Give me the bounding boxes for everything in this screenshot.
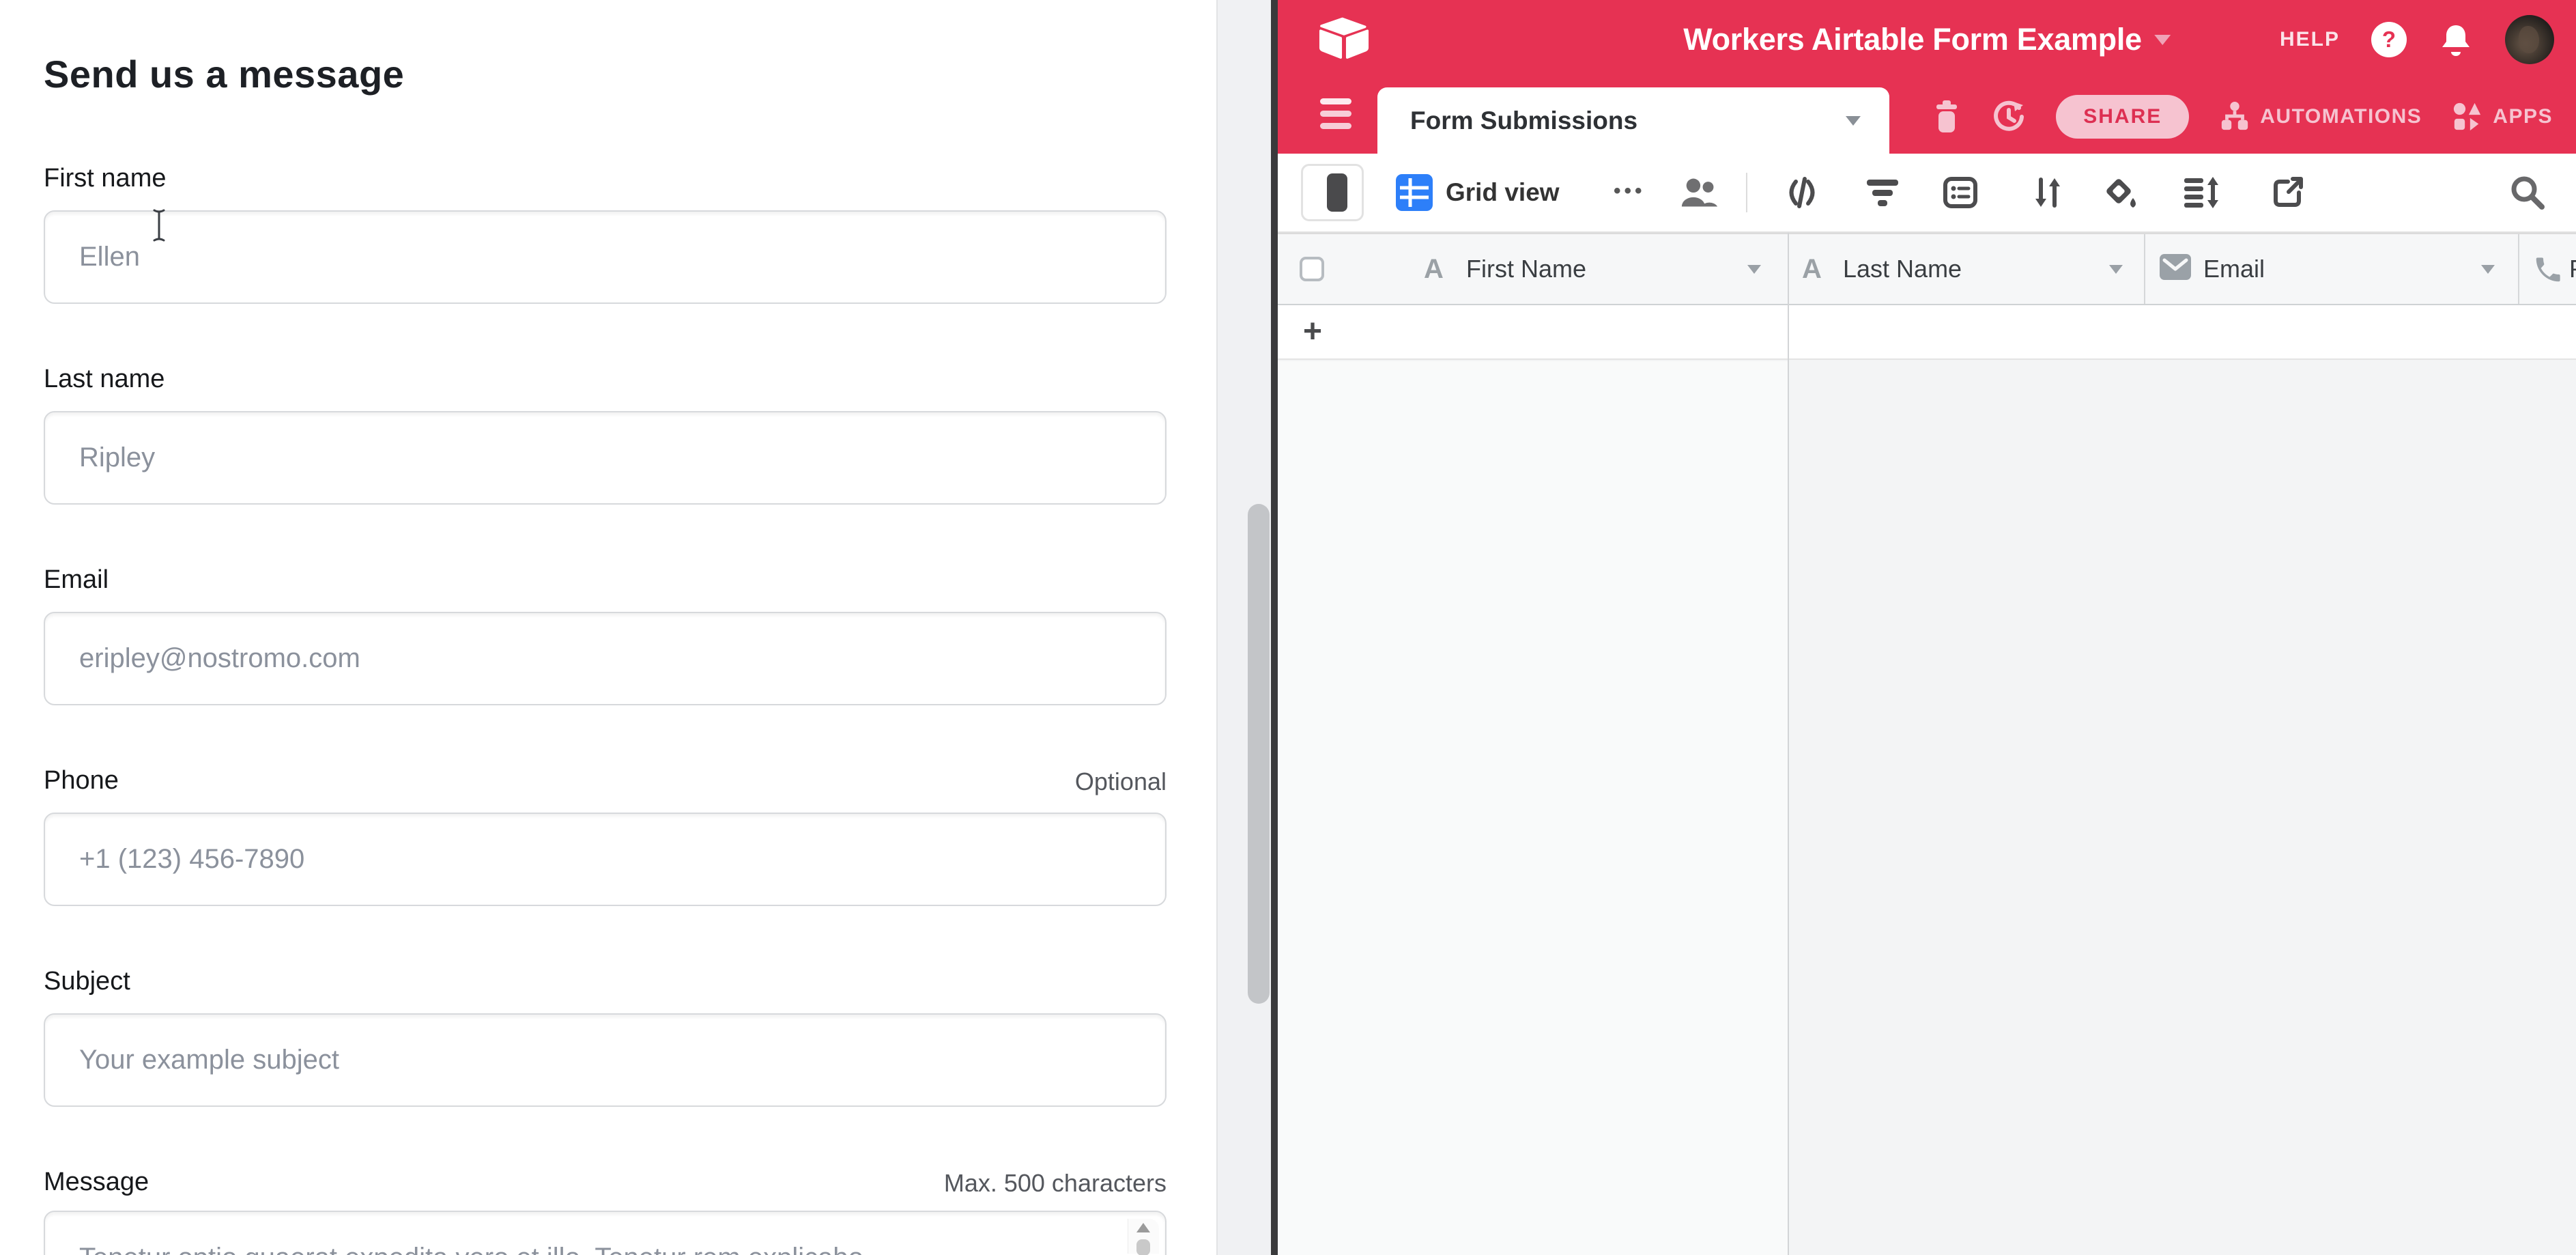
column-header-last-name[interactable]: Last Name bbox=[1843, 234, 1962, 304]
view-sidebar-toggle-button[interactable] bbox=[1301, 164, 1364, 221]
view-options-ellipsis-button[interactable]: ••• bbox=[1614, 154, 1646, 229]
page-scrollbar-track[interactable] bbox=[1216, 0, 1271, 1255]
chevron-down-icon[interactable] bbox=[2481, 265, 2495, 274]
collaborators-icon[interactable] bbox=[1678, 154, 1721, 231]
airtable-pane: Workers Airtable Form Example HELP ? For… bbox=[1278, 0, 2576, 1255]
avatar[interactable] bbox=[2505, 15, 2554, 64]
message-textarea[interactable] bbox=[44, 1211, 1167, 1255]
help-question-icon[interactable]: ? bbox=[2371, 22, 2407, 57]
email-field-type-icon bbox=[2160, 254, 2191, 280]
email-field[interactable] bbox=[44, 612, 1167, 705]
sort-icon[interactable] bbox=[2030, 154, 2065, 231]
email-label: Email bbox=[44, 565, 109, 595]
column-divider[interactable] bbox=[2144, 234, 2145, 304]
base-title-menu[interactable]: Workers Airtable Form Example bbox=[1683, 0, 2171, 79]
scrollbar-thumb[interactable] bbox=[1136, 1239, 1150, 1255]
sidebar-panel-icon bbox=[1327, 173, 1347, 212]
automations-label: AUTOMATIONS bbox=[2260, 105, 2422, 128]
tab-form-submissions[interactable]: Form Submissions bbox=[1377, 87, 1889, 154]
apps-label: APPS bbox=[2493, 105, 2553, 128]
airtable-tab-row: Form Submissions SHARE bbox=[1278, 79, 2576, 154]
toolbar-divider bbox=[1746, 173, 1747, 212]
filter-icon[interactable] bbox=[1865, 154, 1900, 231]
view-toolbar: Grid view ••• bbox=[1278, 154, 2576, 233]
column-header-first-name[interactable]: First Name bbox=[1466, 234, 1586, 304]
text-field-type-icon: A bbox=[1424, 234, 1444, 304]
textarea-scrollbar[interactable] bbox=[1128, 1219, 1159, 1254]
apps-icon bbox=[2452, 101, 2483, 132]
apps-button[interactable]: APPS bbox=[2452, 101, 2553, 132]
group-icon[interactable] bbox=[1941, 154, 1979, 231]
message-maxchars-note: Max. 500 characters bbox=[944, 1169, 1167, 1198]
message-label: Message bbox=[44, 1168, 149, 1197]
view-name-label[interactable]: Grid view bbox=[1446, 154, 1560, 231]
column-header-phone[interactable]: Phone bbox=[2569, 234, 2576, 304]
color-icon[interactable] bbox=[2102, 154, 2141, 231]
airtable-logo-icon[interactable] bbox=[1317, 15, 1371, 63]
tab-label: Form Submissions bbox=[1377, 107, 1637, 135]
automations-icon bbox=[2219, 101, 2250, 132]
grid-header-row: A First Name A Last Name Email Phone bbox=[1278, 233, 2576, 305]
screen: Send us a message First name Last name E… bbox=[0, 0, 2576, 1255]
text-field-type-icon: A bbox=[1802, 234, 1822, 304]
hide-fields-icon[interactable] bbox=[1783, 154, 1821, 231]
base-title: Workers Airtable Form Example bbox=[1683, 22, 2142, 57]
bell-icon[interactable] bbox=[2438, 22, 2474, 57]
hamburger-menu-icon[interactable] bbox=[1320, 98, 1351, 129]
phone-field-type-icon bbox=[2532, 254, 2564, 285]
row-height-icon[interactable] bbox=[2183, 154, 2221, 231]
phone-field[interactable] bbox=[44, 813, 1167, 906]
scroll-up-arrow-icon[interactable] bbox=[1136, 1223, 1150, 1232]
first-name-label: First name bbox=[44, 164, 166, 193]
chevron-down-icon bbox=[2154, 35, 2171, 45]
trash-icon[interactable] bbox=[1932, 100, 1962, 133]
phone-optional-note: Optional bbox=[1075, 767, 1167, 796]
grid-view-icon[interactable] bbox=[1395, 154, 1433, 231]
share-label: SHARE bbox=[2083, 105, 2162, 128]
add-row-plus-button[interactable]: + bbox=[1296, 305, 1330, 358]
share-view-icon[interactable] bbox=[2269, 154, 2307, 231]
phone-label: Phone bbox=[44, 766, 119, 795]
window-split-divider[interactable] bbox=[1271, 0, 1278, 1255]
search-icon[interactable] bbox=[2506, 154, 2549, 231]
page-scrollbar-thumb[interactable] bbox=[1248, 504, 1270, 1004]
chevron-down-icon[interactable] bbox=[1747, 265, 1761, 274]
last-name-label: Last name bbox=[44, 365, 164, 394]
form-title: Send us a message bbox=[44, 52, 404, 96]
grid-add-row[interactable]: + bbox=[1278, 305, 2576, 360]
help-button[interactable]: HELP bbox=[2280, 28, 2340, 51]
first-name-input[interactable] bbox=[44, 210, 1167, 304]
column-divider[interactable] bbox=[2518, 234, 2519, 304]
chevron-down-icon bbox=[1846, 116, 1861, 126]
history-icon[interactable] bbox=[1992, 100, 2026, 134]
subject-label: Subject bbox=[44, 967, 130, 996]
select-all-checkbox[interactable] bbox=[1300, 257, 1324, 281]
airtable-topbar: Workers Airtable Form Example HELP ? bbox=[1278, 0, 2576, 79]
grid-empty-area bbox=[1788, 361, 2576, 1255]
frozen-column-divider[interactable] bbox=[1788, 233, 1789, 1255]
tab-row-actions: SHARE AUTOMATIONS APPS bbox=[1932, 79, 2553, 154]
grid-empty-area-frozen bbox=[1278, 361, 1788, 1255]
column-header-email[interactable]: Email bbox=[2203, 234, 2265, 304]
share-button[interactable]: SHARE bbox=[2056, 95, 2189, 139]
contact-form-pane: Send us a message First name Last name E… bbox=[0, 0, 1216, 1255]
topbar-actions: HELP ? bbox=[2280, 0, 2554, 79]
subject-input[interactable] bbox=[44, 1013, 1167, 1107]
text-cursor-icon bbox=[149, 208, 169, 243]
chevron-down-icon[interactable] bbox=[2109, 265, 2123, 274]
last-name-input[interactable] bbox=[44, 411, 1167, 505]
automations-button[interactable]: AUTOMATIONS bbox=[2219, 101, 2422, 132]
